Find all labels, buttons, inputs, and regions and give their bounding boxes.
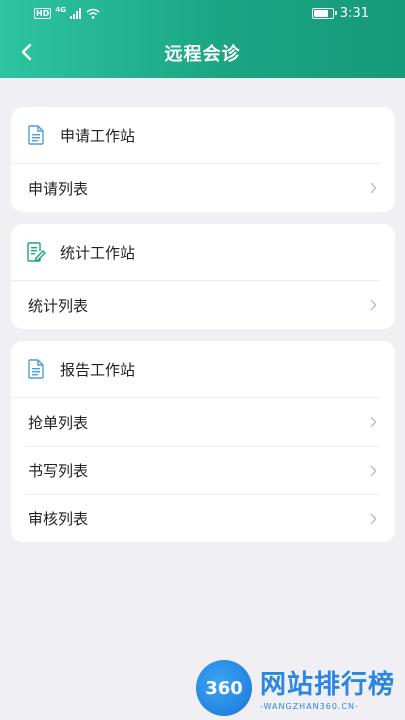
document-icon xyxy=(26,125,46,145)
list-item-write-list[interactable]: 书写列表 xyxy=(26,446,380,494)
signal-icon xyxy=(69,8,81,19)
section-title: 报告工作站 xyxy=(60,360,136,379)
clock: 3:31 xyxy=(339,6,369,21)
watermark-logo: 360 xyxy=(196,660,252,716)
section-header: 报告工作站 xyxy=(11,341,380,398)
chevron-right-icon xyxy=(368,512,378,526)
list-item-label: 申请列表 xyxy=(28,179,89,198)
watermark-title: 网站排行榜 xyxy=(260,670,396,700)
list-item-label: 审核列表 xyxy=(28,510,89,528)
card-report-workstation: 报告工作站 抢单列表 书写列表 审核列表 xyxy=(11,341,395,542)
list-item-apply-list[interactable]: 申请列表 xyxy=(11,164,395,212)
list-item-label: 书写列表 xyxy=(28,462,89,480)
card-statistics-workstation: 统计工作站 统计列表 xyxy=(11,224,395,329)
status-left: HD 4G xyxy=(34,5,100,19)
list-item-label: 统计列表 xyxy=(28,296,89,315)
chevron-right-icon xyxy=(368,464,378,478)
section-header: 申请工作站 xyxy=(11,107,380,164)
chevron-right-icon xyxy=(368,415,378,429)
hd-badge: HD xyxy=(34,8,52,19)
document-icon xyxy=(26,359,46,379)
list-item-review-list[interactable]: 审核列表 xyxy=(26,494,380,542)
list-item-statistics-list[interactable]: 统计列表 xyxy=(11,281,395,329)
wifi-icon xyxy=(86,8,100,19)
card-apply-workstation: 申请工作站 申请列表 xyxy=(11,107,395,212)
section-title: 统计工作站 xyxy=(60,243,136,262)
section-title: 申请工作站 xyxy=(60,126,136,145)
section-header: 统计工作站 xyxy=(11,224,380,281)
page-title: 远程会诊 xyxy=(164,44,241,65)
chevron-right-icon xyxy=(368,298,378,312)
battery-icon xyxy=(311,8,337,19)
chevron-right-icon xyxy=(368,181,378,195)
network-type: 4G xyxy=(55,5,66,14)
app-header: HD 4G 3:31 远程会诊 xyxy=(0,0,405,78)
status-bar: HD 4G 3:31 xyxy=(0,0,405,30)
list-item-grab-list[interactable]: 抢单列表 xyxy=(11,398,395,446)
status-right: 3:31 xyxy=(311,6,369,21)
edit-document-icon xyxy=(26,242,46,262)
watermark: 360 网站排行榜 -WANGZHAN360.CN- xyxy=(192,660,402,718)
list-item-label: 抢单列表 xyxy=(28,413,89,432)
watermark-subtitle: -WANGZHAN360.CN- xyxy=(260,702,359,711)
